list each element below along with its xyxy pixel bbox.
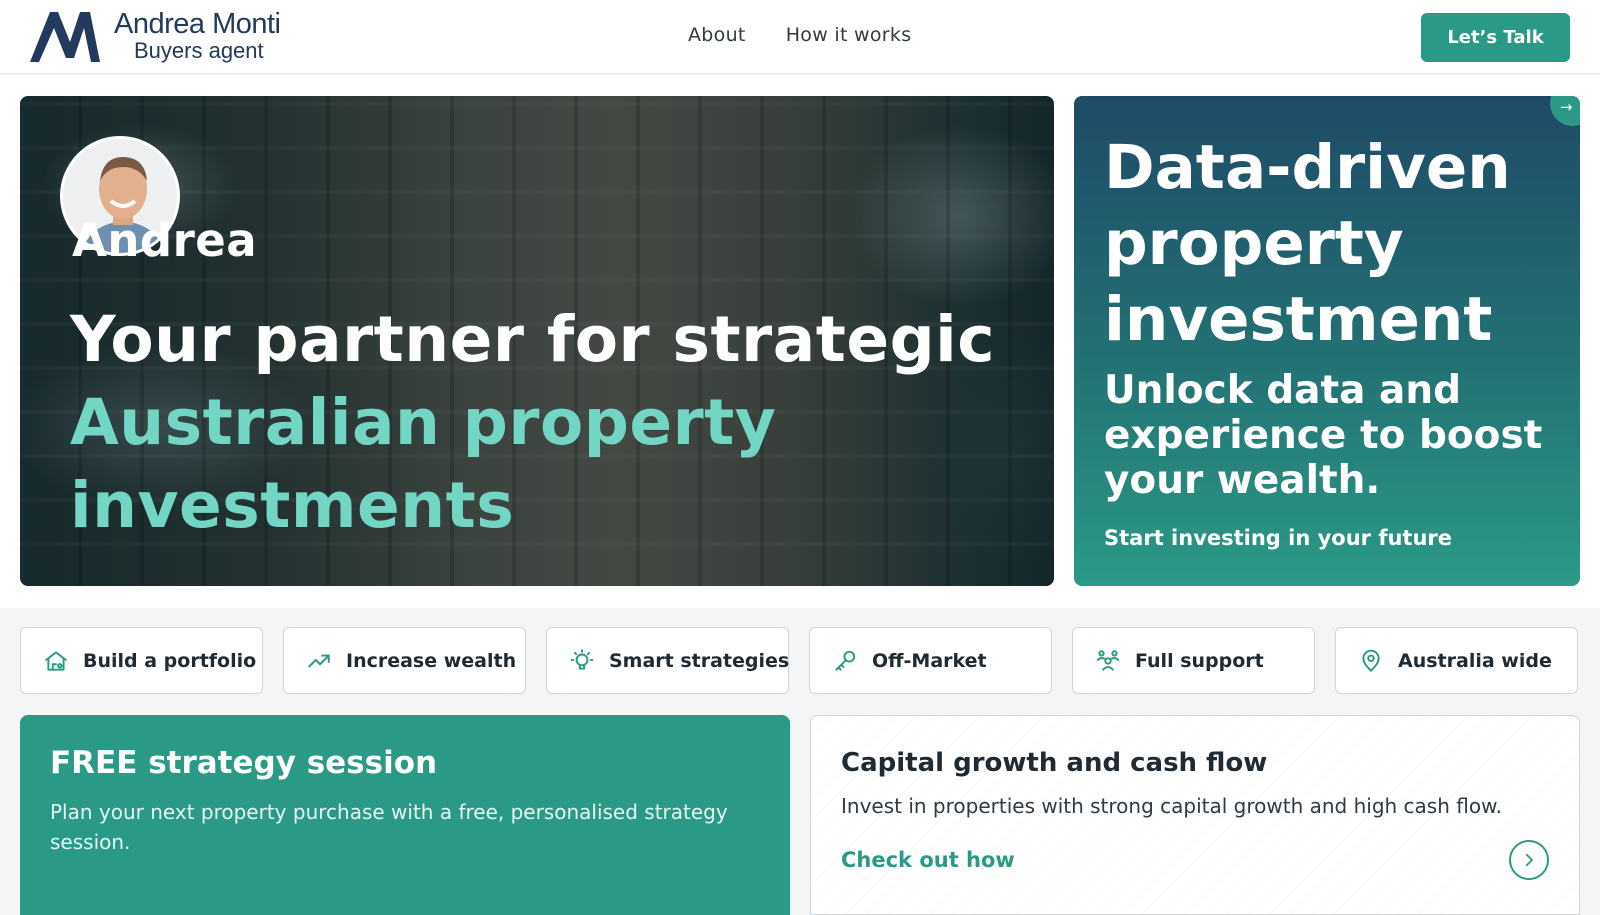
logo[interactable]: Andrea Monti Buyers agent <box>28 8 281 64</box>
data-driven-card[interactable]: → Data-driven property investment Unlock… <box>1074 96 1580 586</box>
feature-label: Build a portfolio <box>83 649 257 672</box>
feature-off-market[interactable]: Off-Market <box>809 627 1052 694</box>
nav-link-how-it-works[interactable]: How it works <box>786 24 912 46</box>
capital-growth-card[interactable]: Capital growth and cash flow Invest in p… <box>810 715 1580 915</box>
feature-smart-strategies[interactable]: Smart strategies <box>546 627 789 694</box>
hero-headline-accent: Australian property investments <box>70 386 777 542</box>
logo-name: Andrea Monti <box>114 8 281 40</box>
feature-label: Smart strategies <box>609 649 790 672</box>
main-nav: About How it works <box>688 24 911 46</box>
hero-headline: Your partner for strategic Australian pr… <box>70 298 1030 547</box>
start-investing-link[interactable]: Start investing in your future <box>1104 526 1452 550</box>
key-icon <box>835 650 856 671</box>
trending-up-icon <box>308 654 330 667</box>
site-header: Andrea Monti Buyers agent About How it w… <box>0 0 1600 74</box>
nav-link-about[interactable]: About <box>688 24 746 46</box>
feature-build-portfolio[interactable]: Build a portfolio <box>20 627 263 694</box>
card-title: Data-driven property investment <box>1104 132 1511 355</box>
people-icon <box>1096 649 1120 671</box>
feature-label: Australia wide <box>1398 649 1552 672</box>
logo-subtitle: Buyers agent <box>134 38 264 63</box>
arrow-right-icon[interactable]: → <box>1550 96 1580 126</box>
promo-text: Plan your next property purchase with a … <box>50 800 728 854</box>
logo-mark-icon <box>30 12 100 62</box>
feature-label: Full support <box>1135 649 1264 672</box>
growth-title: Capital growth and cash flow <box>841 748 1268 778</box>
card-subtitle: Unlock data and experience to boost your… <box>1104 368 1543 503</box>
feature-full-support[interactable]: Full support <box>1072 627 1315 694</box>
feature-australia-wide[interactable]: Australia wide <box>1335 627 1578 694</box>
feature-list: Build a portfolio Increase wealth Smart … <box>20 627 1580 694</box>
chevron-right-icon[interactable] <box>1509 840 1549 880</box>
feature-increase-wealth[interactable]: Increase wealth <box>283 627 526 694</box>
map-pin-icon <box>1362 649 1380 672</box>
hero-name: Andrea <box>72 214 258 267</box>
lets-talk-button[interactable]: Let’s Talk <box>1421 13 1570 62</box>
free-strategy-card[interactable]: FREE strategy session Plan your next pro… <box>20 715 790 915</box>
logo-text: Andrea Monti Buyers agent <box>114 10 281 62</box>
growth-text: Invest in properties with strong capital… <box>841 794 1502 818</box>
hero-headline-main: Your partner for strategic <box>70 303 996 376</box>
check-out-how-link[interactable]: Check out how <box>841 848 1015 872</box>
feature-label: Off-Market <box>872 649 987 672</box>
house-icon <box>45 650 67 671</box>
promo-title: FREE strategy session <box>50 745 438 781</box>
lightbulb-icon <box>570 648 594 670</box>
feature-label: Increase wealth <box>346 649 517 672</box>
